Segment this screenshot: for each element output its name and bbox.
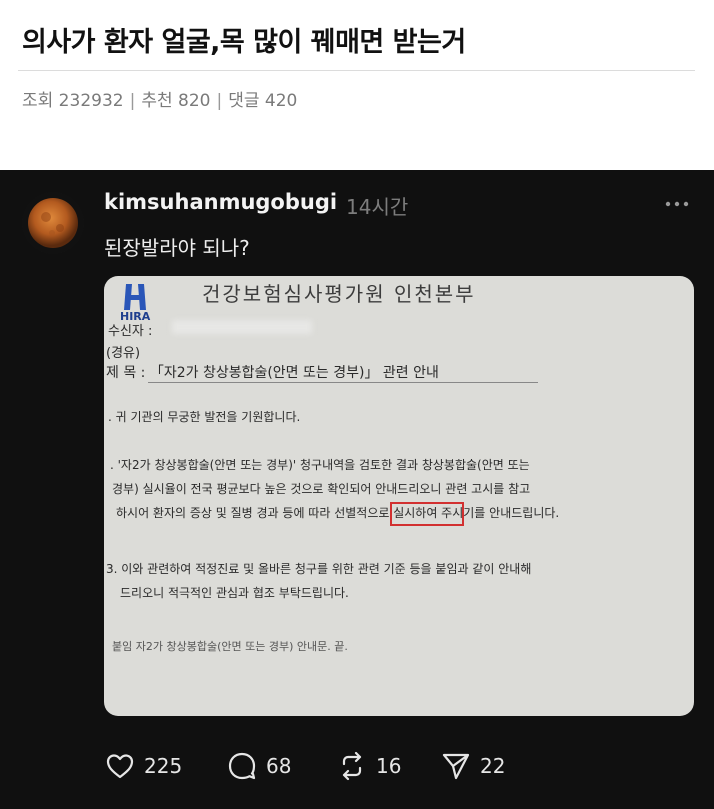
meta-separator: |	[216, 91, 223, 111]
post-meta: 조회 232932 | 추천 820 | 댓글 420	[22, 86, 297, 111]
document-photo: HIRA 건강보험심사평가원 인천본부 수신자 : (경유) 제 목 : 「자2…	[104, 276, 694, 716]
repost-count: 16	[376, 754, 402, 778]
more-options-button[interactable]	[664, 196, 690, 210]
paragraph-1: . 귀 기관의 무궁한 발전을 기원합니다.	[108, 410, 301, 424]
attached-photo[interactable]: HIRA 건강보험심사평가원 인천본부 수신자 : (경유) 제 목 : 「자2…	[104, 276, 694, 716]
comment-icon	[228, 752, 256, 780]
post-header: 의사가 환자 얼굴,목 많이 꿰매면 받는거 조회 232932 | 추천 820 |…	[0, 0, 714, 170]
meta-separator: |	[129, 91, 136, 111]
share-icon	[442, 753, 470, 780]
paragraph-2b: 경부) 실시율이 전국 평균보다 높은 것으로 확인되어 안내드리오니 관련 고…	[112, 482, 531, 496]
attachment-line: 붙임 자2가 창상봉합술(안면 또는 경부) 안내문. 끝.	[112, 640, 348, 653]
threads-screenshot: kimsuhanmugobugi 14시간 된장발라야 되나? HIRA 건강보…	[0, 170, 714, 809]
share-count: 22	[480, 754, 506, 778]
divider	[18, 70, 695, 71]
moon-avatar-icon	[22, 192, 84, 254]
comment-button[interactable]: 68	[226, 748, 291, 784]
more-dots-icon	[665, 201, 689, 207]
via-line: (경유)	[106, 346, 141, 361]
post-time: 14시간	[346, 195, 409, 219]
comment-count: 68	[266, 754, 292, 778]
action-bar: 225 68 16 22	[104, 748, 524, 784]
paragraph-3a: 3. 이와 관련하여 적정진료 및 올바른 청구를 위한 관련 기준 등을 붙임…	[106, 562, 532, 576]
share-button[interactable]: 22	[440, 748, 505, 784]
recommend-count: 추천 820	[141, 91, 211, 111]
like-button[interactable]: 225	[104, 748, 182, 784]
comment-count: 댓글 420	[228, 91, 298, 111]
document-header: 건강보험심사평가원 인천본부	[202, 282, 476, 306]
username[interactable]: kimsuhanmugobugi	[104, 190, 337, 214]
heart-icon	[106, 754, 134, 779]
subject-underline	[148, 382, 538, 383]
subject-line: 제 목 : 「자2가 창상봉합술(안면 또는 경부)」 관련 안내	[106, 365, 439, 381]
post-text: 된장발라야 되나?	[104, 236, 250, 260]
paragraph-3b: 드리오니 적극적인 관심과 협조 부탁드립니다.	[120, 586, 349, 600]
paragraph-2a: . '자2가 창상봉합술(안면 또는 경부)' 청구내역을 검토한 결과 창상봉…	[110, 458, 530, 472]
repost-button[interactable]: 16	[336, 748, 401, 784]
paragraph-2c: 하시어 환자의 증상 및 질병 경과 등에 따라 선별적으로 실시하여 주시기를…	[116, 506, 560, 520]
avatar[interactable]	[22, 192, 84, 254]
like-count: 225	[144, 754, 183, 778]
recipient-line: 수신자 :	[108, 324, 153, 339]
highlight-box	[390, 502, 464, 526]
blurred-recipient	[172, 320, 312, 334]
post-title: 의사가 환자 얼굴,목 많이 꿰매면 받는거	[22, 27, 466, 58]
view-count: 조회 232932	[22, 91, 124, 111]
hira-logo-icon	[124, 284, 146, 310]
repost-icon	[342, 751, 362, 781]
